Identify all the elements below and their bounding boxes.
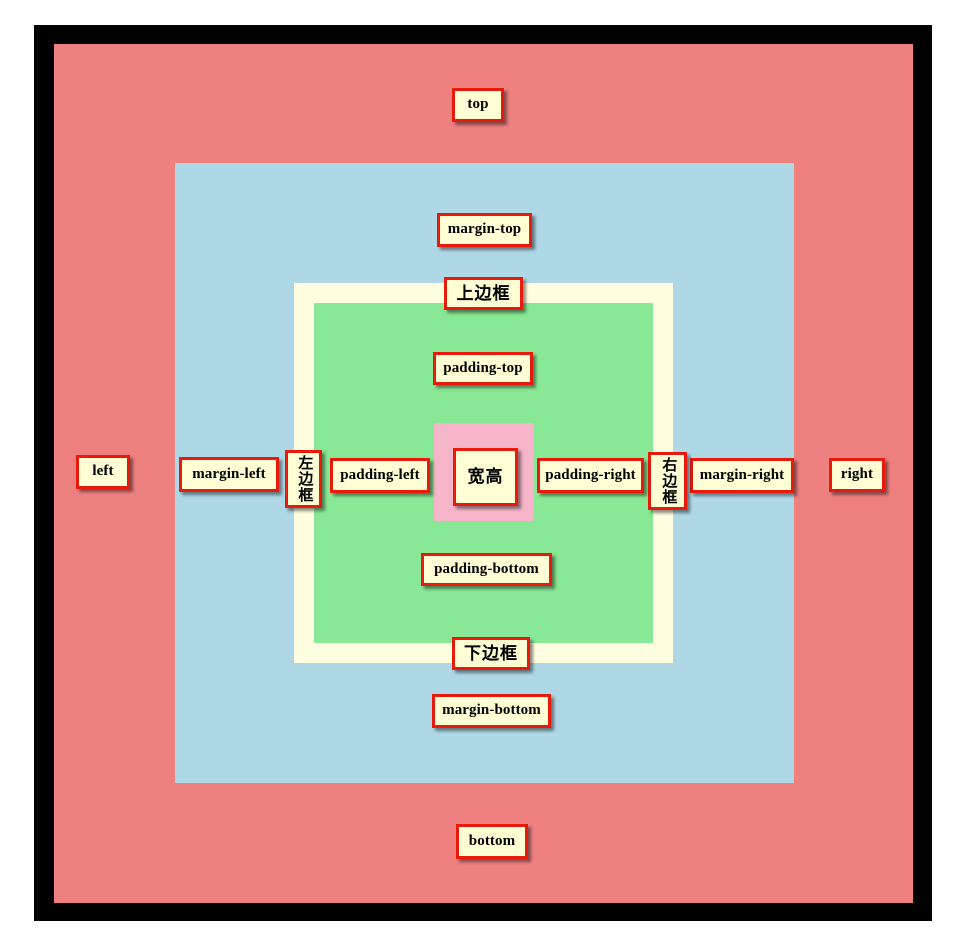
label-margin-bottom: margin-bottom — [432, 694, 551, 728]
box-model-diagram: top bottom left right margin-top margin-… — [0, 0, 965, 941]
label-bottom: bottom — [456, 824, 528, 859]
label-right: right — [829, 458, 885, 492]
label-border-right: 右边框 — [648, 452, 687, 510]
label-left: left — [76, 455, 130, 489]
label-padding-left: padding-left — [330, 458, 430, 493]
label-border-top: 上边框 — [444, 277, 523, 310]
label-top: top — [452, 88, 504, 122]
label-padding-bottom: padding-bottom — [421, 553, 552, 586]
label-border-bottom: 下边框 — [452, 637, 530, 670]
label-padding-top: padding-top — [433, 352, 533, 385]
label-margin-right: margin-right — [690, 458, 794, 493]
label-border-left: 左边框 — [285, 450, 322, 508]
label-margin-top: margin-top — [437, 213, 532, 247]
label-content-size: 宽高 — [453, 448, 518, 506]
label-margin-left: margin-left — [179, 457, 279, 492]
label-padding-right: padding-right — [537, 458, 644, 493]
